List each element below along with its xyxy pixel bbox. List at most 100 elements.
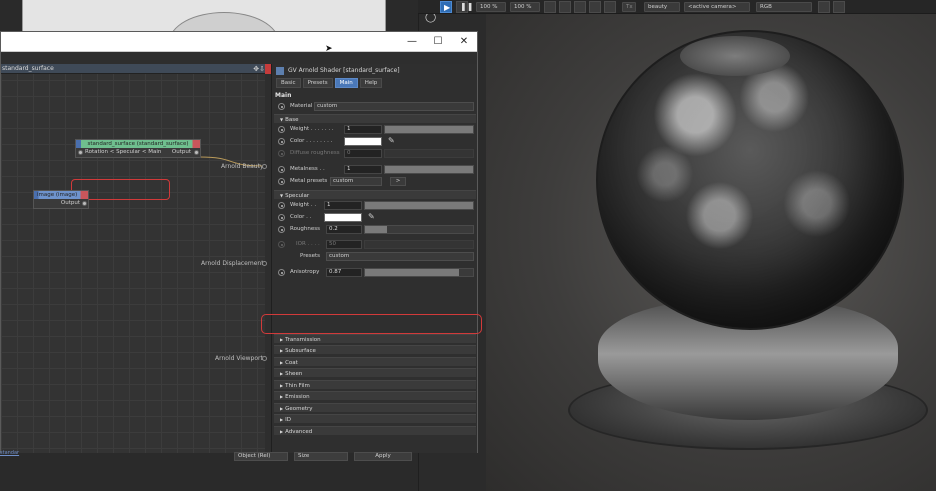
metalness-slider-fill — [385, 166, 473, 173]
aov-dropdown[interactable]: beauty — [644, 2, 680, 12]
ior-field[interactable]: 50 — [326, 240, 362, 249]
attribute-panel: GV Arnold Shader [standard_surface] Basi… — [271, 64, 477, 453]
input-port[interactable] — [78, 150, 83, 155]
globe-icon[interactable] — [559, 1, 571, 13]
group-emission-label: Emission — [285, 394, 310, 400]
specular-roughness-field[interactable]: 0.2 — [326, 225, 362, 234]
group-subsurface[interactable]: ▶ Subsurface — [274, 345, 476, 354]
metalness-slider[interactable] — [384, 165, 474, 174]
specular-roughness-slider[interactable] — [364, 225, 474, 234]
tab-help[interactable]: Help — [359, 78, 383, 88]
group-sheen-label: Sheen — [285, 371, 303, 377]
specular-header-label: Specular — [285, 193, 310, 199]
arnold-displacement-port[interactable] — [262, 261, 267, 266]
standard-surface-node[interactable]: standard_surface (standard_surface) Rota… — [75, 139, 201, 158]
group-advanced[interactable]: ▶ Advanced — [274, 426, 476, 435]
diffuse-roughness-row: Diffuse roughness 0 — [274, 148, 476, 159]
size-dropdown[interactable]: Size — [294, 452, 348, 461]
group-thin-film[interactable]: ▶ Thin Film — [274, 380, 476, 389]
maximize-button[interactable]: ☐ — [431, 35, 445, 49]
ior-radio[interactable] — [278, 241, 285, 248]
minimize-button[interactable]: — — [405, 35, 419, 49]
group-id-label: ID — [285, 417, 291, 423]
camera-dropdown[interactable]: <active camera> — [684, 2, 750, 12]
ior-slider[interactable] — [364, 240, 474, 249]
pause-button[interactable]: ❚❚ — [456, 1, 473, 13]
diffuse-roughness-field[interactable]: 0 — [344, 149, 382, 158]
specular-group-header[interactable]: ▼ Specular — [274, 190, 476, 199]
arnold-beauty-port[interactable] — [262, 164, 267, 169]
base-color-swatch[interactable] — [344, 137, 382, 146]
output-port[interactable] — [194, 150, 199, 155]
camera-icon[interactable] — [833, 1, 845, 13]
group-coat[interactable]: ▶ Coat — [274, 357, 476, 366]
grid-icon[interactable] — [574, 1, 586, 13]
render-sphere-cap — [680, 36, 790, 76]
colorspace-dropdown[interactable]: RGB — [756, 2, 812, 12]
group-geometry[interactable]: ▶ Geometry — [274, 403, 476, 412]
tab-basic[interactable]: Basic — [276, 78, 301, 88]
image-output-port[interactable] — [82, 201, 87, 206]
metal-presets-label: Metal presets — [290, 178, 328, 184]
anisotropy-radio[interactable] — [278, 269, 285, 276]
region-icon[interactable] — [544, 1, 556, 13]
metalness-radio[interactable] — [278, 166, 285, 173]
group-sheen[interactable]: ▶ Sheen — [274, 368, 476, 377]
zoom-field-a[interactable]: 100 % — [476, 2, 506, 12]
material-dropdown[interactable]: custom — [314, 102, 474, 111]
base-color-radio[interactable] — [278, 138, 285, 145]
specular-weight-field[interactable]: 1 — [324, 201, 362, 210]
anisotropy-field[interactable]: 0.87 — [326, 268, 362, 277]
base-weight-radio[interactable] — [278, 126, 285, 133]
shader-title-text: GV Arnold Shader [standard_surface] — [288, 67, 400, 74]
image-node[interactable]: image (image) Output — [33, 190, 89, 209]
material-label: Material — [290, 103, 313, 109]
material-radio[interactable] — [278, 103, 285, 110]
specular-color-radio[interactable] — [278, 214, 285, 221]
group-transmission[interactable]: ▶ Transmission — [274, 334, 476, 343]
specular-roughness-radio[interactable] — [278, 226, 285, 233]
metal-presets-radio[interactable] — [278, 178, 285, 185]
specular-weight-slider[interactable] — [364, 201, 474, 210]
group-thin-film-label: Thin Film — [285, 383, 310, 389]
group-subsurface-label: Subsurface — [285, 348, 316, 354]
anisotropy-slider[interactable] — [364, 268, 474, 277]
tab-presets[interactable]: Presets — [302, 78, 333, 88]
arnold-viewport-port[interactable] — [262, 356, 267, 361]
diffuse-roughness-radio[interactable] — [278, 150, 285, 157]
diffuse-roughness-slider[interactable] — [384, 149, 474, 158]
render-toolbar: ▶ ❚❚ 100 % 100 % Tx beauty <active camer… — [418, 0, 936, 14]
standard-surface-link[interactable]: standar — [0, 450, 19, 456]
group-geometry-label: Geometry — [285, 406, 313, 412]
base-group-header[interactable]: ▼ Base — [274, 114, 476, 123]
standard-surface-node-title: standard_surface (standard_surface) — [76, 140, 200, 148]
close-button[interactable]: ✕ — [457, 35, 471, 49]
tab-main[interactable]: Main — [334, 78, 358, 88]
image-node-ports: Output — [34, 199, 88, 208]
base-weight-field[interactable]: 1 — [344, 125, 382, 134]
metalness-field[interactable]: 1 — [344, 165, 382, 174]
group-id[interactable]: ▶ ID — [274, 414, 476, 423]
specular-presets-dropdown[interactable]: custom — [326, 252, 474, 261]
brush-icon[interactable] — [604, 1, 616, 13]
base-weight-slider-fill — [385, 126, 473, 133]
base-weight-slider[interactable] — [384, 125, 474, 134]
zoom-field-b[interactable]: 100 % — [510, 2, 540, 12]
eyedropper-icon[interactable]: ✎ — [388, 136, 395, 145]
specular-color-swatch[interactable] — [324, 213, 362, 222]
group-advanced-label: Advanced — [285, 429, 313, 435]
metal-presets-dropdown[interactable]: custom — [330, 177, 382, 186]
group-emission[interactable]: ▶ Emission — [274, 391, 476, 400]
specular-roughness-row: Roughness 0.2 — [274, 224, 476, 235]
metal-presets-apply-button[interactable]: > — [390, 177, 406, 186]
play-button[interactable]: ▶ — [440, 1, 452, 13]
specular-weight-label: Weight . . — [290, 202, 317, 208]
apply-button[interactable]: Apply — [354, 452, 412, 461]
anisotropy-row: Anisotropy 0.87 — [274, 267, 476, 278]
specular-eyedropper-icon[interactable]: ✎ — [368, 212, 375, 221]
list-icon[interactable] — [589, 1, 601, 13]
specular-weight-radio[interactable] — [278, 202, 285, 209]
tx-button[interactable]: Tx — [622, 2, 636, 12]
snapshot-icon[interactable] — [818, 1, 830, 13]
object-rel-dropdown[interactable]: Object (Rel) — [234, 452, 288, 461]
